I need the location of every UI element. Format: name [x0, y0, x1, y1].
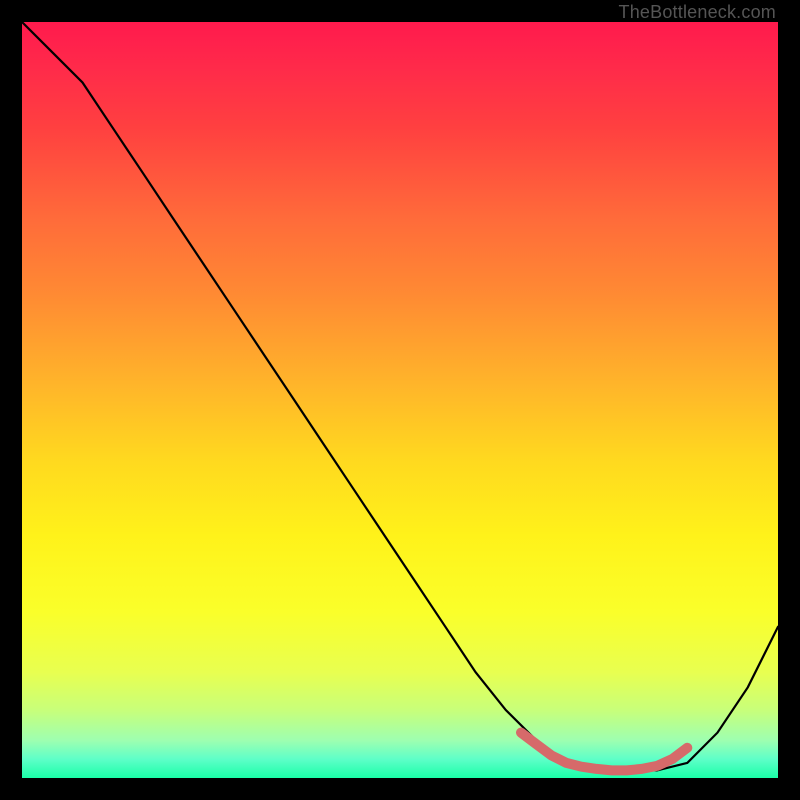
curve-layer [22, 22, 778, 778]
watermark-text: TheBottleneck.com [619, 2, 776, 23]
chart-frame: TheBottleneck.com [0, 0, 800, 800]
optimal-zone-marker [521, 733, 687, 771]
bottleneck-curve [22, 22, 778, 770]
